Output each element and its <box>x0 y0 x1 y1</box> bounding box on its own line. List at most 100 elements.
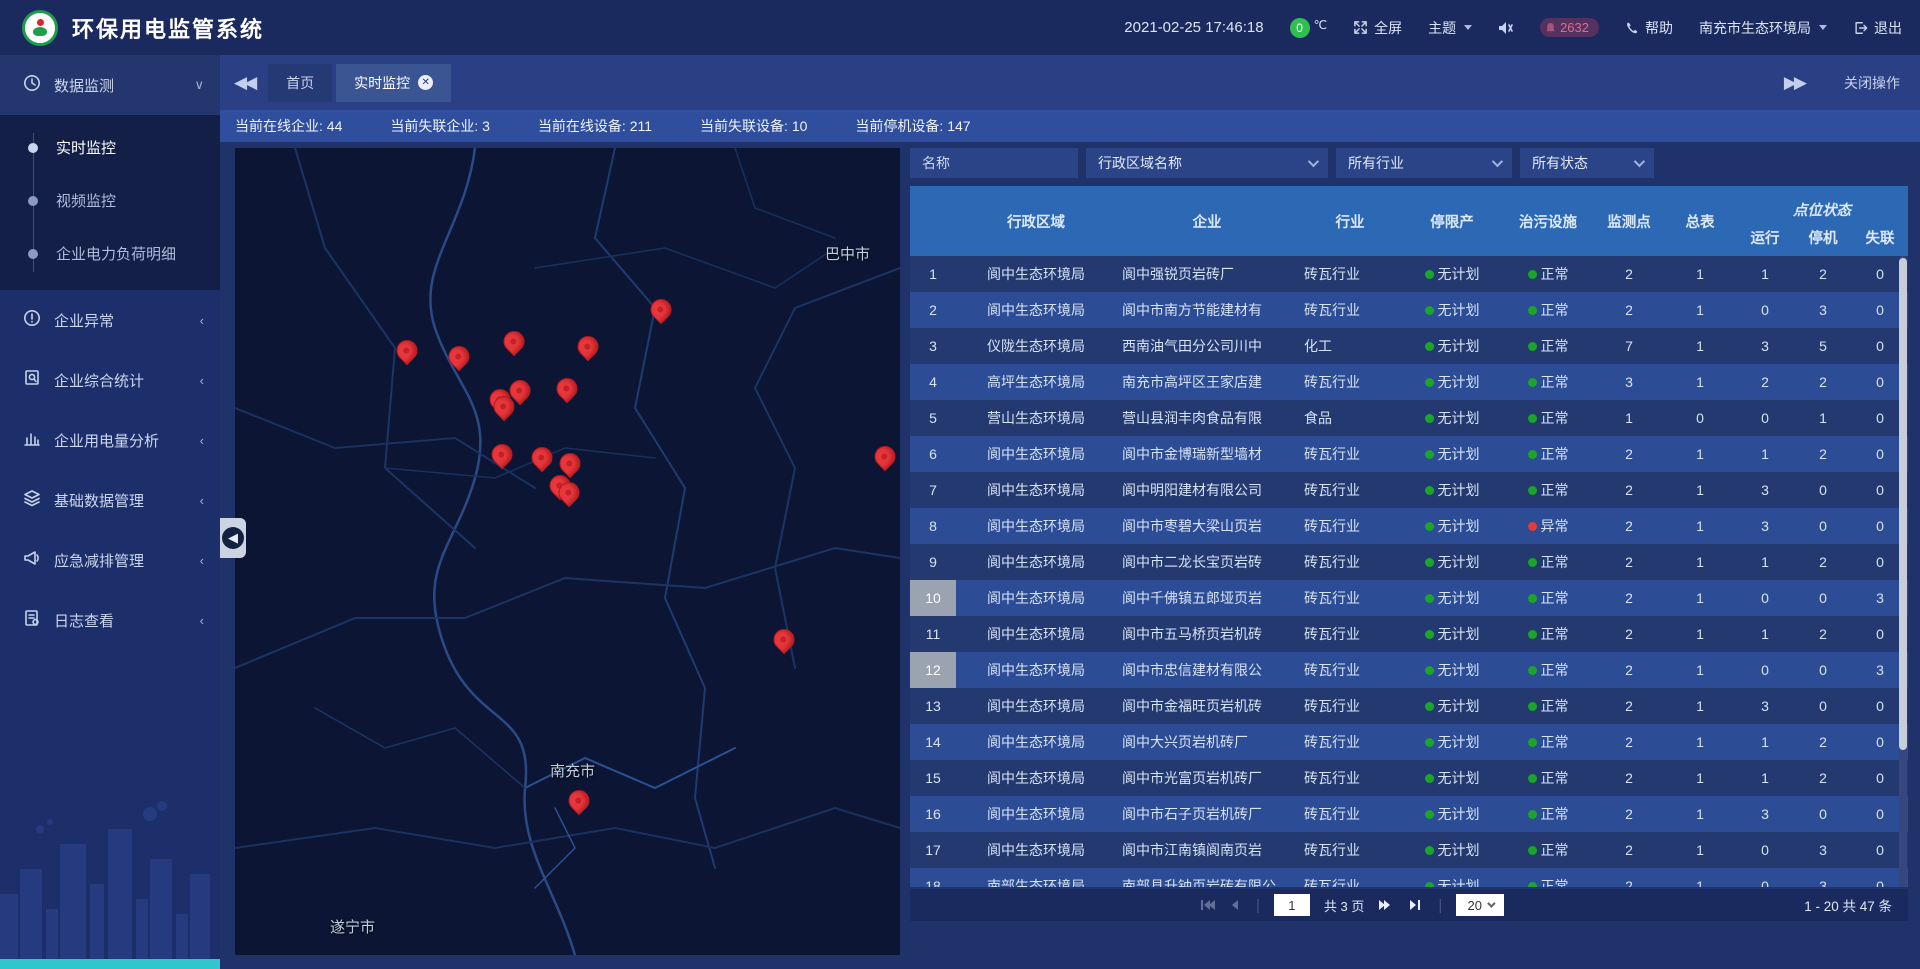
table-row[interactable]: 6阆中生态环境局阆中市金博瑞新型墙材砖瓦行业无计划正常21120 <box>910 436 1908 472</box>
cell-num: 5 <box>910 400 956 436</box>
table-row[interactable]: 13阆中生态环境局阆中市金福旺页岩机砖砖瓦行业无计划正常21300 <box>910 688 1908 724</box>
temperature-badge: 0 <box>1290 18 1310 38</box>
sidebar-group-enterprise-abnormal[interactable]: 企业异常 ‹ <box>0 290 220 350</box>
exit-button[interactable]: 退出 <box>1853 18 1902 38</box>
sidebar-group-data-monitor[interactable]: 数据监测 ∨ <box>0 55 220 115</box>
table-row[interactable]: 17阆中生态环境局阆中市江南镇阆南页岩砖瓦行业无计划正常21030 <box>910 832 1908 868</box>
sidebar-group-emergency[interactable]: 应急减排管理 ‹ <box>0 530 220 590</box>
cell-stopped: 3 <box>1794 868 1852 887</box>
cell-region: 营山生态环境局 <box>956 400 1116 436</box>
cell-meters: 1 <box>1664 760 1736 796</box>
table-row[interactable]: 18南部生态环境局南部县升钟页岩砖有限公砖瓦行业无计划正常21030 <box>910 868 1908 887</box>
cell-points: 2 <box>1594 472 1664 508</box>
status-dot-icon <box>1528 774 1537 783</box>
status-dot-icon <box>1528 522 1537 531</box>
notification-badge[interactable]: 2632 <box>1540 18 1599 37</box>
close-icon[interactable]: ✕ <box>418 75 433 90</box>
status-select[interactable]: 所有状态 <box>1520 148 1654 178</box>
industry-select[interactable]: 所有行业 <box>1336 148 1512 178</box>
mute-button[interactable] <box>1498 21 1514 35</box>
status-dot-icon <box>1528 378 1537 387</box>
cell-facility: 正常 <box>1502 472 1594 508</box>
page-size-select[interactable]: 20 <box>1456 894 1504 916</box>
name-search-input[interactable] <box>910 148 1078 178</box>
status-dot-icon <box>1425 882 1434 888</box>
cell-meters: 1 <box>1664 652 1736 688</box>
page-number-input[interactable] <box>1274 894 1310 916</box>
tab-realtime-monitor[interactable]: 实时监控 ✕ <box>336 64 451 102</box>
cell-company: 阆中市金福旺页岩机砖 <box>1116 688 1298 724</box>
sidebar-group-label: 应急减排管理 <box>54 550 188 571</box>
sidebar-item-power-load-detail[interactable]: 企业电力负荷明细 <box>0 227 220 280</box>
table-row[interactable]: 12阆中生态环境局阆中市忠信建材有限公砖瓦行业无计划正常21003 <box>910 652 1908 688</box>
table-row[interactable]: 4高坪生态环境局南充市高坪区王家店建砖瓦行业无计划正常31220 <box>910 364 1908 400</box>
cell-industry: 砖瓦行业 <box>1298 688 1402 724</box>
cell-limit: 无计划 <box>1402 256 1502 292</box>
table-row[interactable]: 3仪陇生态环境局西南油气田分公司川中化工无计划正常71350 <box>910 328 1908 364</box>
cell-facility: 正常 <box>1502 364 1594 400</box>
theme-button[interactable]: 主题 <box>1428 18 1472 38</box>
cell-industry: 砖瓦行业 <box>1298 832 1402 868</box>
tabs-scroll-left-icon[interactable]: ◀◀ <box>220 73 268 93</box>
cell-limit: 无计划 <box>1402 580 1502 616</box>
table-row[interactable]: 7阆中生态环境局阆中明阳建材有限公司砖瓦行业无计划正常21300 <box>910 472 1908 508</box>
cell-num: 3 <box>910 328 956 364</box>
sidebar-item-video-monitor[interactable]: 视频监控 <box>0 174 220 227</box>
cell-company: 南充市高坪区王家店建 <box>1116 364 1298 400</box>
tab-home[interactable]: 首页 <box>268 64 332 102</box>
first-page-button[interactable] <box>1200 898 1216 912</box>
cell-run: 1 <box>1736 760 1794 796</box>
scrollbar-thumb[interactable] <box>1899 258 1907 750</box>
next-page-button[interactable] <box>1378 898 1394 912</box>
sidebar-group-power-analysis[interactable]: 企业用电量分析 ‹ <box>0 410 220 470</box>
cell-run: 0 <box>1736 400 1794 436</box>
table-row[interactable]: 15阆中生态环境局阆中市光富页岩机砖厂砖瓦行业无计划正常21120 <box>910 760 1908 796</box>
status-dot-icon <box>1425 414 1434 423</box>
org-menu[interactable]: 南充市生态环境局 <box>1699 18 1827 38</box>
map-panel[interactable]: 巴中市 南充市 遂宁市 <box>235 148 900 955</box>
cell-num: 15 <box>910 760 956 796</box>
cell-stopped: 0 <box>1794 472 1852 508</box>
sidebar-group-enterprise-stats[interactable]: 企业综合统计 ‹ <box>0 350 220 410</box>
table-row[interactable]: 11阆中生态环境局阆中市五马桥页岩机砖砖瓦行业无计划正常21120 <box>910 616 1908 652</box>
sidebar-group-base-data[interactable]: 基础数据管理 ‹ <box>0 470 220 530</box>
table-row[interactable]: 16阆中生态环境局阆中市石子页岩机砖厂砖瓦行业无计划正常21300 <box>910 796 1908 832</box>
help-button[interactable]: 帮助 <box>1625 18 1673 38</box>
table-row[interactable]: 2阆中生态环境局阆中市南方节能建材有砖瓦行业无计划正常21030 <box>910 292 1908 328</box>
table-row[interactable]: 10阆中生态环境局阆中千佛镇五郎垭页岩砖瓦行业无计划正常21003 <box>910 580 1908 616</box>
table-row[interactable]: 5营山生态环境局营山县润丰肉食品有限食品无计划正常10010 <box>910 400 1908 436</box>
cell-meters: 1 <box>1664 616 1736 652</box>
cell-meters: 1 <box>1664 472 1736 508</box>
region-select[interactable]: 行政区域名称 <box>1086 148 1328 178</box>
table-row[interactable]: 1阆中生态环境局阆中强锐页岩砖厂砖瓦行业无计划正常21120 <box>910 256 1908 292</box>
fullscreen-button[interactable]: 全屏 <box>1353 18 1402 38</box>
status-dot-icon <box>1425 774 1434 783</box>
sidebar-group-label: 数据监测 <box>54 75 182 96</box>
cell-region: 阆中生态环境局 <box>956 652 1116 688</box>
table-row[interactable]: 14阆中生态环境局阆中大兴页岩机砖厂砖瓦行业无计划正常21120 <box>910 724 1908 760</box>
fullscreen-icon <box>1353 20 1368 35</box>
sidebar-group-logs[interactable]: 日志查看 ‹ <box>0 590 220 650</box>
close-operations-button[interactable]: 关闭操作 <box>1844 73 1900 93</box>
chevron-down-icon <box>1819 25 1827 30</box>
cell-run: 2 <box>1736 364 1794 400</box>
table-row[interactable]: 9阆中生态环境局阆中市二龙长宝页岩砖砖瓦行业无计划正常21120 <box>910 544 1908 580</box>
prev-page-button[interactable] <box>1230 898 1242 912</box>
org-label: 南充市生态环境局 <box>1699 18 1811 38</box>
status-dot-icon <box>1528 738 1537 747</box>
table-row[interactable]: 8阆中生态环境局阆中市枣碧大梁山页岩砖瓦行业无计划异常21300 <box>910 508 1908 544</box>
cell-industry: 砖瓦行业 <box>1298 256 1402 292</box>
sidebar-item-realtime-monitor[interactable]: 实时监控 <box>0 121 220 174</box>
sidebar-collapse-handle[interactable]: ◀ <box>220 518 246 558</box>
cell-company: 西南油气田分公司川中 <box>1116 328 1298 364</box>
cell-points: 2 <box>1594 544 1664 580</box>
sidebar-group-label: 日志查看 <box>54 610 188 631</box>
last-page-button[interactable] <box>1408 898 1424 912</box>
cell-points: 2 <box>1594 832 1664 868</box>
cell-company: 阆中市南方节能建材有 <box>1116 292 1298 328</box>
cell-stopped: 0 <box>1794 688 1852 724</box>
exit-label: 退出 <box>1874 18 1902 38</box>
cell-company: 阆中市二龙长宝页岩砖 <box>1116 544 1298 580</box>
tabs-scroll-right-icon[interactable]: ▶▶ <box>1770 73 1818 93</box>
cell-meters: 1 <box>1664 256 1736 292</box>
